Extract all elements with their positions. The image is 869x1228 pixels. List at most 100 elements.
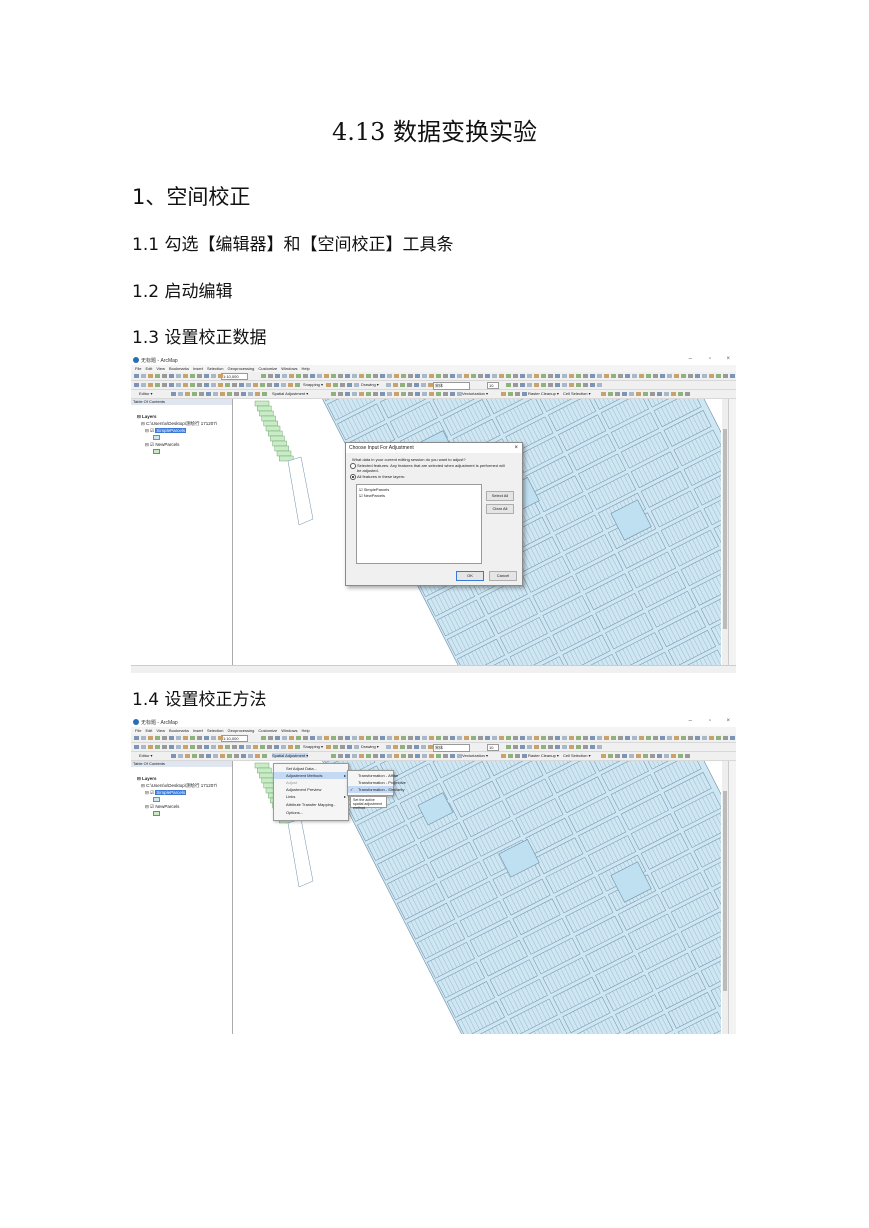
toolbar-button-icon[interactable]	[678, 754, 683, 758]
toolbar-button-icon[interactable]	[274, 745, 279, 749]
toolbar-button-icon[interactable]	[296, 736, 301, 740]
toolbar-button-icon[interactable]	[541, 374, 546, 378]
toolbar-button-icon[interactable]	[275, 374, 280, 378]
toc-layers[interactable]: ⊟ Layers	[137, 776, 157, 782]
toolbar-button-icon[interactable]	[162, 736, 167, 740]
toolbar-button-icon[interactable]	[162, 383, 167, 387]
toolbar-button-icon[interactable]	[471, 736, 476, 740]
catalog-side-tab[interactable]	[728, 399, 736, 665]
toolbar-button-icon[interactable]	[629, 392, 634, 396]
toolbar-button-icon[interactable]	[333, 745, 338, 749]
submenu-projective[interactable]: Transformation - Projective	[348, 779, 406, 786]
toolbar-button-icon[interactable]	[183, 383, 188, 387]
toolbar-button-icon[interactable]	[583, 745, 588, 749]
toolbar-button-icon[interactable]	[171, 754, 176, 758]
toolbar-button-icon[interactable]	[366, 374, 371, 378]
menu-selection[interactable]: Selection	[207, 366, 223, 371]
toolbar-button-icon[interactable]	[386, 745, 391, 749]
menu-adjust[interactable]: Adjust	[274, 779, 348, 786]
toolbar-button-icon[interactable]	[590, 374, 595, 378]
font-size-box[interactable]: 10	[487, 744, 500, 751]
toolbar-button-icon[interactable]	[657, 754, 662, 758]
toolbar-button-icon[interactable]	[239, 383, 244, 387]
toolbar-button-icon[interactable]	[520, 736, 525, 740]
toolbar-button-icon[interactable]	[352, 374, 357, 378]
toolbar-button-icon[interactable]	[401, 392, 406, 396]
menu-bookmarks[interactable]: Bookmarks	[169, 728, 189, 733]
toolbar-button-icon[interactable]	[400, 383, 405, 387]
toolbar-button-icon[interactable]	[716, 374, 721, 378]
toolbar-button-icon[interactable]	[317, 374, 322, 378]
toolbar-button-icon[interactable]	[197, 383, 202, 387]
toolbar-button-icon[interactable]	[660, 374, 665, 378]
toolbar-button-icon[interactable]	[513, 374, 518, 378]
toolbar-button-icon[interactable]	[359, 392, 364, 396]
toolbar-button-icon[interactable]	[471, 374, 476, 378]
toolbar-button-icon[interactable]	[499, 374, 504, 378]
toolbar-button-icon[interactable]	[730, 736, 735, 740]
toc-layer-newparcels[interactable]: ⊟ ☑ NewParcels	[145, 442, 179, 448]
toolbar-button-icon[interactable]	[324, 374, 329, 378]
toolbar-button-icon[interactable]	[199, 754, 204, 758]
menu-customize[interactable]: Customize	[258, 366, 277, 371]
toolbar-button-icon[interactable]	[492, 736, 497, 740]
toolbar-button-icon[interactable]	[407, 745, 412, 749]
toolbar-button-icon[interactable]	[352, 736, 357, 740]
toolbar-button-icon[interactable]	[492, 374, 497, 378]
scale-box[interactable]: 1:10,000	[221, 735, 248, 742]
menu-geoprocessing[interactable]: Geoprocessing	[227, 366, 254, 371]
toolbar-button-icon[interactable]	[428, 383, 433, 387]
toolbar-button-icon[interactable]	[576, 745, 581, 749]
toolbar-button-icon[interactable]	[555, 745, 560, 749]
toolbar-button-icon[interactable]	[709, 374, 714, 378]
toolbar-button-icon[interactable]	[590, 736, 595, 740]
toolbar-button-icon[interactable]	[650, 754, 655, 758]
toolbar-button-icon[interactable]	[366, 392, 371, 396]
toolbar-button-icon[interactable]	[428, 745, 433, 749]
toolbar-button-icon[interactable]	[408, 754, 413, 758]
toolbar-button-icon[interactable]	[260, 383, 265, 387]
toolbar-button-icon[interactable]	[583, 374, 588, 378]
toolbar-button-icon[interactable]	[401, 736, 406, 740]
toolbar-button-icon[interactable]	[387, 736, 392, 740]
list-item-simpleparcels[interactable]: ☑ SimpleParcels	[359, 487, 389, 492]
menu-links[interactable]: Links ▸	[274, 793, 348, 800]
toolbar-button-icon[interactable]	[709, 736, 714, 740]
toolbar-button-icon[interactable]	[548, 745, 553, 749]
toolbar-button-icon[interactable]	[716, 736, 721, 740]
toolbar-button-icon[interactable]	[534, 745, 539, 749]
toolbar-button-icon[interactable]	[576, 383, 581, 387]
toolbar-button-icon[interactable]	[664, 754, 669, 758]
toolbar-button-icon[interactable]	[148, 736, 153, 740]
toolbar-button-icon[interactable]	[436, 392, 441, 396]
toolbar-button-icon[interactable]	[192, 754, 197, 758]
toolbar-button-icon[interactable]	[352, 392, 357, 396]
submenu-similarity[interactable]: ✓ Transformation - Similarity	[348, 786, 405, 793]
toolbar-button-icon[interactable]	[522, 392, 527, 396]
toolbar-button-icon[interactable]	[340, 383, 345, 387]
toc-workspace-path[interactable]: ⊟ C:\Users\x\Desktop\测绘行 171207\	[141, 783, 217, 789]
toolbar-button-icon[interactable]	[723, 374, 728, 378]
menu-bookmarks[interactable]: Bookmarks	[169, 366, 189, 371]
toolbar-button-icon[interactable]	[192, 392, 197, 396]
list-item-newparcels[interactable]: ☑ NewParcels	[359, 493, 385, 498]
toolbar-button-icon[interactable]	[255, 754, 260, 758]
toolbar-button-icon[interactable]	[338, 374, 343, 378]
toolbar-button-icon[interactable]	[241, 392, 246, 396]
toolbar-button-icon[interactable]	[702, 374, 707, 378]
toolbar-button-icon[interactable]	[429, 392, 434, 396]
toolbar-button-icon[interactable]	[253, 745, 258, 749]
toolbar-button-icon[interactable]	[688, 374, 693, 378]
toolbar-button-icon[interactable]	[671, 392, 676, 396]
vectorization-menu[interactable]: Vectorization ▾	[462, 753, 488, 758]
toolbar-button-icon[interactable]	[618, 374, 623, 378]
menu-adjustment-preview[interactable]: Adjustment Preview	[274, 786, 348, 793]
toolbar-button-icon[interactable]	[206, 392, 211, 396]
toolbar-button-icon[interactable]	[199, 392, 204, 396]
toolbar-button-icon[interactable]	[506, 374, 511, 378]
toolbar-button-icon[interactable]	[359, 754, 364, 758]
toolbar-button-icon[interactable]	[148, 383, 153, 387]
dialog-close-icon[interactable]: ×	[514, 443, 518, 453]
toolbar-button-icon[interactable]	[331, 754, 336, 758]
toolbar-button-icon[interactable]	[597, 736, 602, 740]
